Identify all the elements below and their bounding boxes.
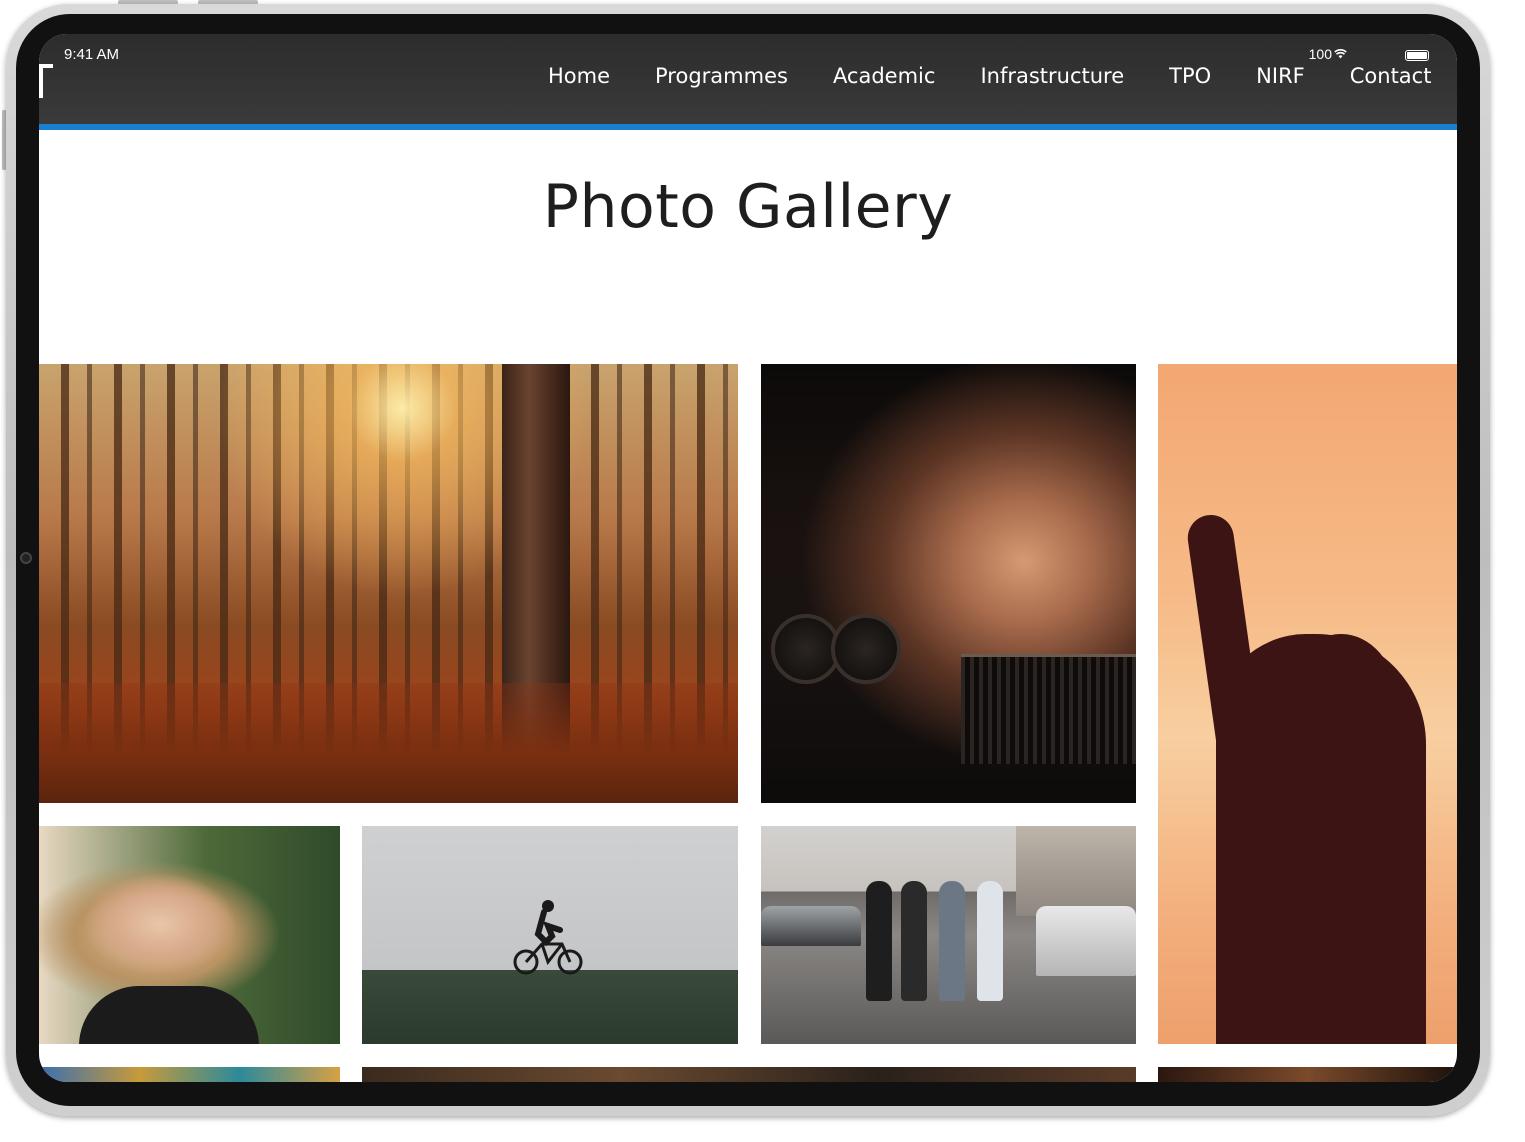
walker [866,881,892,1001]
cyclist-silhouette [513,900,583,975]
nav-item-tpo[interactable]: TPO [1169,64,1211,88]
portrait-shirt [79,986,259,1044]
wifi-icon [1334,49,1347,59]
gallery-photo-partial[interactable] [362,1067,1136,1082]
walker [977,881,1003,1001]
battery-icon [1405,50,1429,61]
nav-item-programmes[interactable]: Programmes [655,64,788,88]
camera-icon [20,552,32,564]
gallery-photo-cyclist[interactable] [362,826,738,1044]
logo-fragment[interactable] [39,64,53,98]
screen: 9:41 AM 100 Home Programmes Academic Inf… [39,34,1457,1082]
nav-item-home[interactable]: Home [548,64,610,88]
gallery-photo-silhouette[interactable] [1158,364,1457,1044]
gallery-photo-forest[interactable] [39,364,738,803]
battery-percent: 100 [1308,46,1332,62]
silhouette-head [1286,634,1396,764]
gallery-photo-partial[interactable] [1158,1067,1457,1082]
nav-item-nirf[interactable]: NIRF [1256,64,1305,88]
navbar: 9:41 AM 100 Home Programmes Academic Inf… [39,34,1457,130]
walker [901,881,927,1001]
nav-item-infrastructure[interactable]: Infrastructure [980,64,1124,88]
gallery-photo-partial[interactable] [39,1067,340,1082]
walker [939,881,965,1001]
status-time: 9:41 AM [64,46,120,63]
car-grille [961,654,1136,764]
status-battery: 100 [1309,46,1347,62]
car-headlamp [831,614,901,684]
forest-floor [39,683,738,803]
parked-truck-right [1036,906,1136,976]
parked-cars-left [761,906,861,946]
gallery-photo-walkers[interactable] [761,826,1136,1044]
nav-item-academic[interactable]: Academic [833,64,936,88]
walkers-building [1016,826,1136,916]
gallery-photo-car[interactable] [761,364,1136,803]
page-title: Photo Gallery [542,172,954,242]
nav-menu: Home Programmes Academic Infrastructure … [548,64,1457,88]
nav-item-contact[interactable]: Contact [1350,64,1432,88]
gallery-photo-portrait[interactable] [39,826,340,1044]
